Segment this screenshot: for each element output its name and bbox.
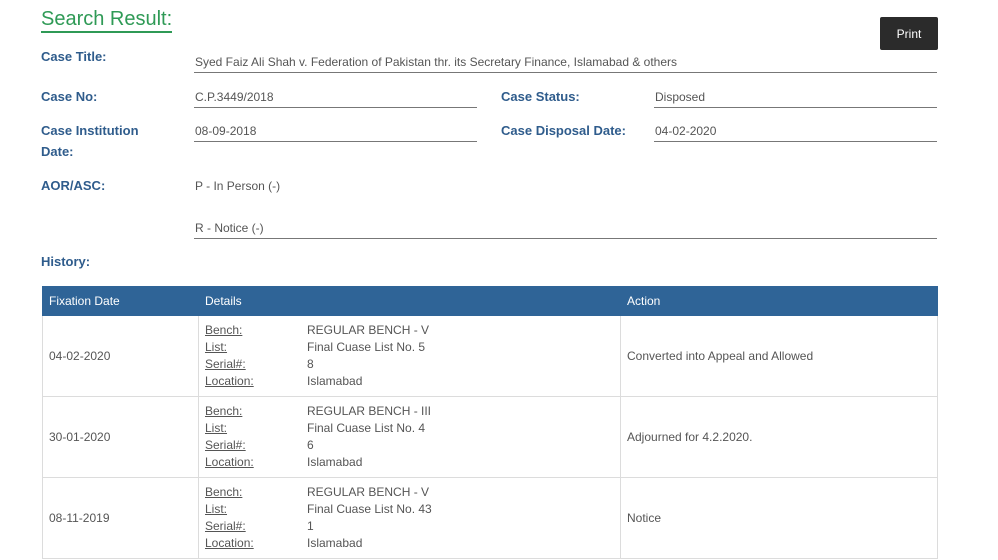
history-label: History:: [41, 254, 91, 269]
case-status-label: Case Status:: [501, 89, 580, 104]
bench-key: Bench:: [205, 323, 243, 337]
bench-key: Bench:: [205, 485, 243, 499]
list-value: Final Cuase List No. 4: [307, 421, 426, 435]
list-value: Final Cuase List No. 43: [307, 502, 432, 516]
case-disposal-label: Case Disposal Date:: [501, 123, 626, 138]
bench-value: REGULAR BENCH - III: [307, 404, 432, 418]
bench-key: Bench:: [205, 404, 243, 418]
case-institution-value: 08-09-2018: [194, 122, 477, 142]
fixation-date-cell: 30-01-2020: [42, 396, 199, 478]
col-details: Details: [198, 286, 621, 316]
location-key: Location:: [205, 536, 254, 550]
case-no-label: Case No:: [41, 89, 98, 104]
list-value: Final Cuase List No. 5: [307, 340, 426, 354]
location-value: Islamabad: [307, 374, 363, 388]
details-cell: Bench: REGULAR BENCH - V List: Final Cuase…: [198, 315, 621, 397]
case-status-value: Disposed: [654, 88, 937, 108]
history-table: Fixation Date Details Action 04-02-2020 …: [42, 286, 938, 559]
table-row: 30-01-2020 Bench: REGULAR BENCH - III Lis…: [42, 396, 938, 478]
location-value: Islamabad: [307, 536, 363, 550]
history-header-row: Fixation Date Details Action: [42, 286, 938, 316]
location-key: Location:: [205, 374, 254, 388]
aor-respondent: R - Notice (-): [194, 219, 937, 239]
list-key: List:: [205, 340, 228, 354]
col-fixation-date: Fixation Date: [42, 286, 199, 316]
fixation-date-cell: 04-02-2020: [42, 315, 199, 397]
table-row: 04-02-2020 Bench: REGULAR BENCH - V List:…: [42, 315, 938, 397]
action-cell: Converted into Appeal and Allowed: [620, 315, 938, 397]
serial-value: 6: [307, 438, 314, 452]
case-institution-label-line1: Case Institution: [41, 123, 139, 138]
page-title: Search Result:: [41, 8, 173, 33]
location-value: Islamabad: [307, 455, 363, 469]
serial-key: Serial#:: [205, 438, 246, 452]
aor-petitioner: P - In Person (-): [195, 179, 281, 193]
list-key: List:: [205, 502, 228, 516]
list-key: List:: [205, 421, 228, 435]
case-disposal-value: 04-02-2020: [654, 122, 937, 142]
case-title-label: Case Title:: [41, 49, 107, 64]
action-cell: Adjourned for 4.2.2020.: [620, 396, 938, 478]
case-no-value: C.P.3449/2018: [194, 88, 477, 108]
print-button[interactable]: Print: [880, 17, 938, 50]
col-action: Action: [620, 286, 938, 316]
details-cell: Bench: REGULAR BENCH - V List: Final Cuase…: [198, 477, 621, 559]
action-cell: Notice: [620, 477, 938, 559]
serial-value: 1: [307, 519, 314, 533]
serial-value: 8: [307, 357, 314, 371]
fixation-date-cell: 08-11-2019: [42, 477, 199, 559]
case-institution-label-line2: Date:: [41, 144, 74, 159]
bench-value: REGULAR BENCH - V: [307, 485, 430, 499]
bench-value: REGULAR BENCH - V: [307, 323, 430, 337]
case-institution-label: Case Institution Date:: [41, 120, 139, 162]
aor-label: AOR/ASC:: [41, 178, 106, 193]
location-key: Location:: [205, 455, 254, 469]
table-row: 08-11-2019 Bench: REGULAR BENCH - V List:…: [42, 477, 938, 559]
case-title-value: Syed Faiz Ali Shah v. Federation of Paki…: [194, 53, 937, 73]
serial-key: Serial#:: [205, 519, 246, 533]
serial-key: Serial#:: [205, 357, 246, 371]
details-cell: Bench: REGULAR BENCH - III List: Final Cua…: [198, 396, 621, 478]
